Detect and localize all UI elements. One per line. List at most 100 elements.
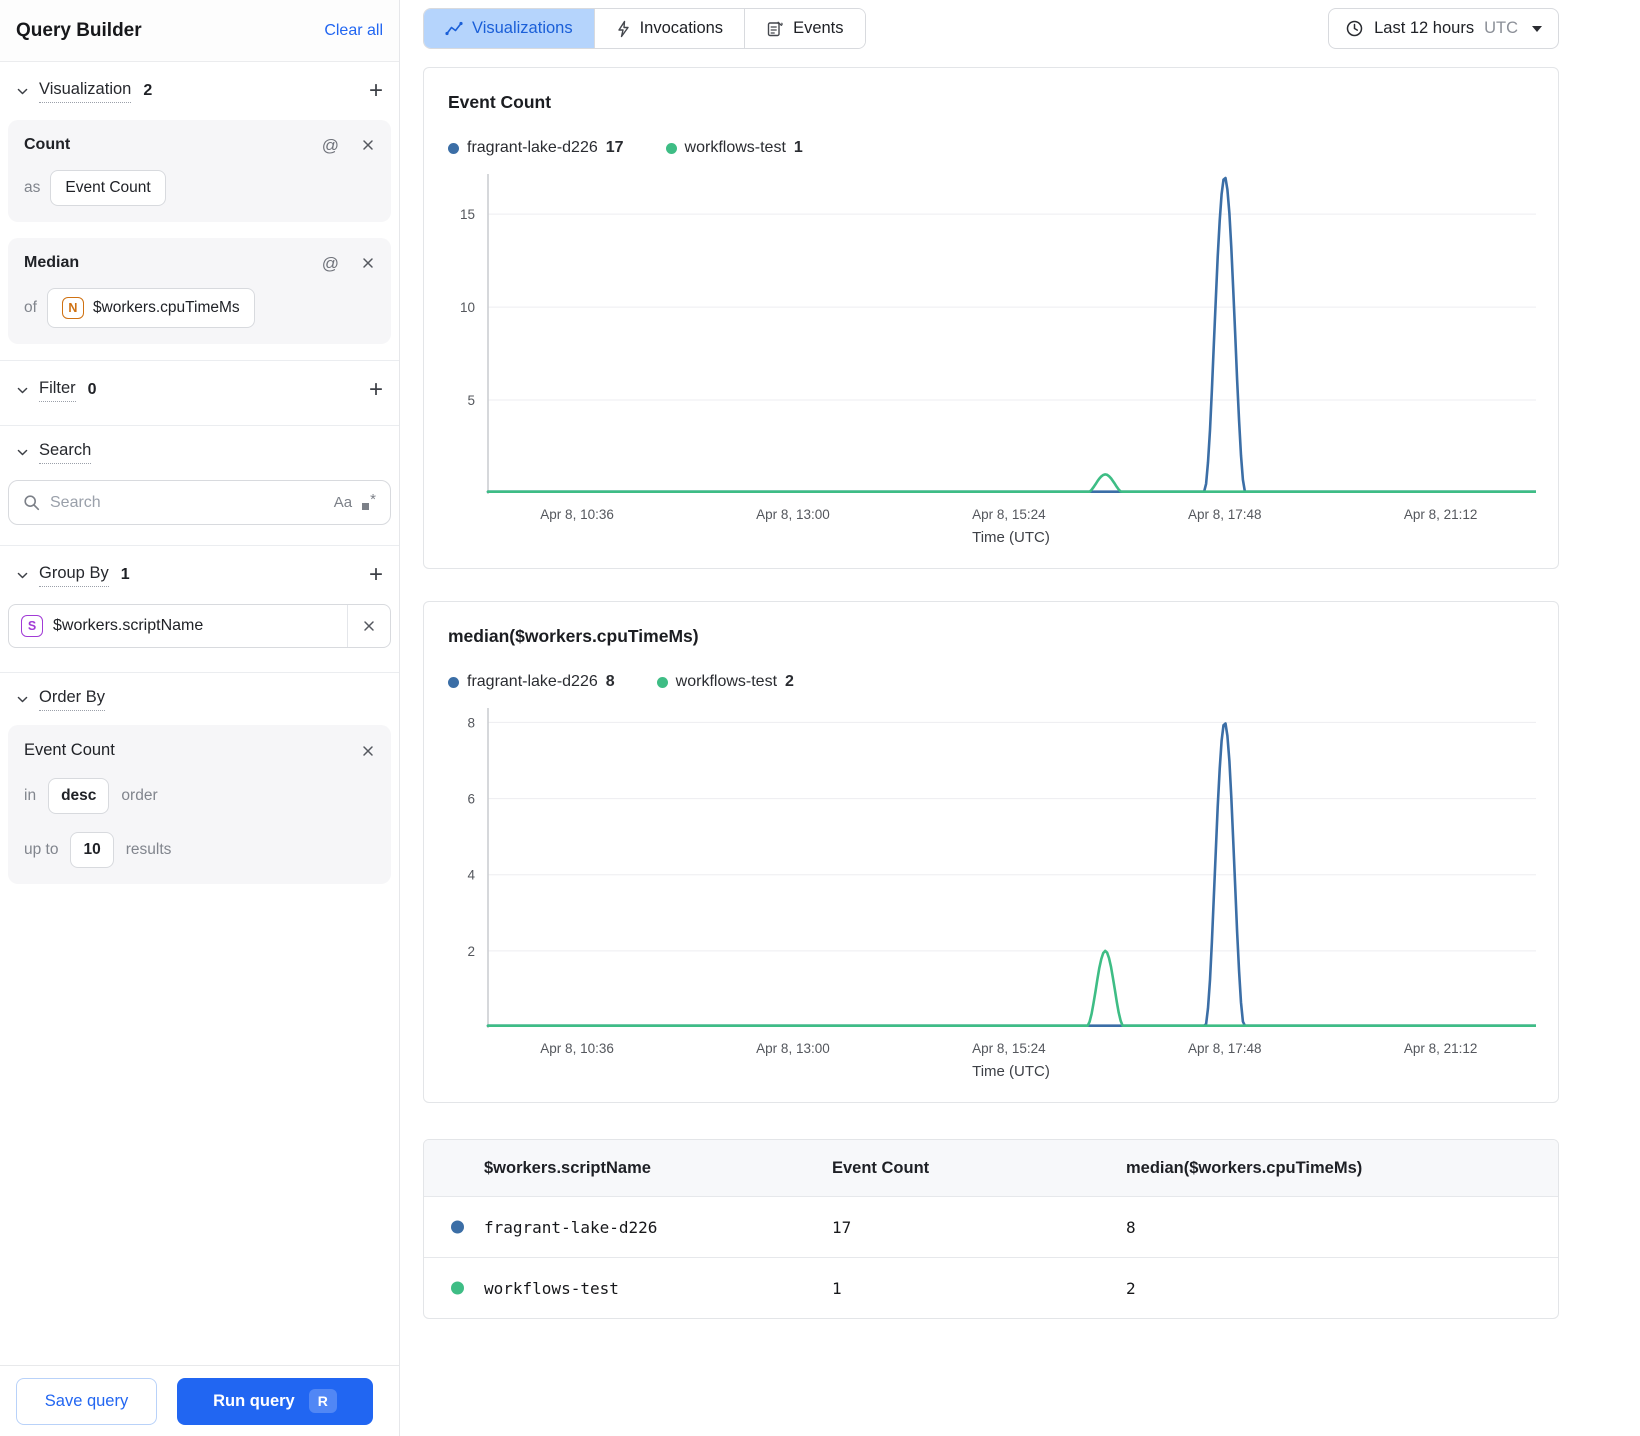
close-icon[interactable] <box>361 138 375 152</box>
result-limit-input[interactable]: 10 <box>70 832 114 868</box>
median-cputime-line-chart[interactable]: 2 4 6 8 Apr 8, 10:36 Apr 8, 13:00 Apr 8, 15:24… <box>448 705 1536 1059</box>
chevron-down-icon[interactable] <box>16 569 29 582</box>
svg-text:5: 5 <box>467 393 475 408</box>
case-sensitive-toggle[interactable]: Aa <box>334 494 352 511</box>
tab-invocations[interactable]: Invocations <box>593 9 745 48</box>
lightning-icon <box>616 20 631 38</box>
svg-text:Apr 8, 17:48: Apr 8, 17:48 <box>1188 507 1262 522</box>
filter-section-label: Filter <box>39 379 76 402</box>
close-icon[interactable] <box>361 744 375 758</box>
series-color-dot <box>448 142 459 154</box>
svg-text:Apr 8, 15:24: Apr 8, 15:24 <box>972 507 1046 522</box>
time-range-value: Last 12 hours <box>1374 19 1475 37</box>
svg-text:Apr 8, 15:24: Apr 8, 15:24 <box>972 1041 1046 1056</box>
main-content: Visualizations Invocations Events Last 1… <box>401 0 1640 1436</box>
group-by-item[interactable]: S $workers.scriptName <box>8 604 391 648</box>
table-row[interactable]: workflows-test 1 2 <box>424 1257 1558 1318</box>
string-field-type-icon: S <box>21 615 43 637</box>
clock-icon <box>1345 19 1364 38</box>
mention-icon[interactable]: @ <box>322 137 339 154</box>
order-by-card: Event Count in desc order up to 10 resul… <box>8 725 391 884</box>
tab-visualizations[interactable]: Visualizations <box>424 9 594 48</box>
order-by-field: Event Count <box>24 741 115 759</box>
caret-down-icon <box>1532 25 1542 32</box>
visualization-section-header: Visualization 2 + <box>0 62 399 120</box>
as-label: as <box>24 179 41 196</box>
median-field-selector[interactable]: N $workers.cpuTimeMs <box>46 288 255 328</box>
svg-text:6: 6 <box>467 792 475 807</box>
up-to-label: up to <box>24 841 59 858</box>
x-axis-label: Time (UTC) <box>972 529 1050 546</box>
number-field-type-icon: N <box>61 297 84 319</box>
x-axis-label: Time (UTC) <box>972 1063 1050 1080</box>
svg-text:4: 4 <box>467 868 475 883</box>
filter-count: 0 <box>87 381 97 398</box>
group-by-section-label: Group By <box>39 564 109 587</box>
clear-all-button[interactable]: Clear all <box>324 22 383 40</box>
svg-text:10: 10 <box>460 300 475 315</box>
tab-events[interactable]: Events <box>744 9 865 48</box>
save-query-button[interactable]: Save query <box>16 1377 157 1425</box>
legend-item[interactable]: fragrant-lake-d226 17 <box>448 139 624 157</box>
series-color-dot <box>448 676 459 688</box>
toolbar: Visualizations Invocations Events Last 1… <box>423 8 1559 49</box>
order-by-section-header: Order By <box>0 673 399 725</box>
in-label: in <box>24 787 37 804</box>
search-section-label: Search <box>39 441 92 464</box>
table-header-row: $workers.scriptName Event Count median($… <box>424 1140 1558 1196</box>
sidebar-footer: Save query Run query R <box>0 1365 399 1436</box>
series-color-dot <box>665 142 677 154</box>
time-range-dropdown[interactable]: Last 12 hours UTC <box>1328 8 1559 49</box>
chart-legend: fragrant-lake-d226 8 workflows-test 2 <box>448 673 1534 691</box>
chart-title: median($workers.cpuTimeMs) <box>448 626 699 646</box>
chevron-down-icon[interactable] <box>16 446 29 459</box>
svg-text:Apr 8, 10:36: Apr 8, 10:36 <box>540 1041 614 1056</box>
add-visualization-button[interactable]: + <box>369 79 383 103</box>
table-row[interactable]: fragrant-lake-d226 17 8 <box>424 1196 1558 1257</box>
search-input[interactable] <box>50 493 324 512</box>
column-header-median: median($workers.cpuTimeMs) <box>1126 1158 1363 1177</box>
svg-text:Apr 8, 21:12: Apr 8, 21:12 <box>1404 1041 1478 1056</box>
svg-text:15: 15 <box>460 207 475 222</box>
search-section-header: Search <box>0 426 399 478</box>
legend-item[interactable]: fragrant-lake-d226 8 <box>448 673 615 691</box>
search-box: Aa * <box>8 480 391 525</box>
svg-text:Apr 8, 21:12: Apr 8, 21:12 <box>1404 507 1478 522</box>
chevron-down-icon[interactable] <box>16 85 29 98</box>
regex-toggle-icon[interactable]: * <box>362 491 376 514</box>
sort-direction-selector[interactable]: desc <box>48 778 110 814</box>
series-color-dot <box>656 676 668 688</box>
of-label: of <box>24 299 37 316</box>
chevron-down-icon[interactable] <box>16 384 29 397</box>
event-log-icon <box>766 20 784 38</box>
legend-item[interactable]: workflows-test 2 <box>656 673 794 691</box>
series-color-dot <box>451 1281 464 1295</box>
count-card-title: Count <box>24 136 71 153</box>
search-icon <box>23 494 40 511</box>
legend-item[interactable]: workflows-test 1 <box>665 139 803 157</box>
mention-icon[interactable]: @ <box>322 255 339 272</box>
results-label: results <box>125 841 172 858</box>
count-visualization-card: Count @ as Event Count <box>8 120 391 222</box>
visualization-count: 2 <box>143 82 153 99</box>
add-filter-button[interactable]: + <box>369 378 383 402</box>
median-cputime-chart-card: median($workers.cpuTimeMs) fragrant-lake… <box>423 601 1559 1103</box>
remove-group-by-button[interactable] <box>347 605 390 647</box>
visualization-section-label: Visualization <box>39 80 132 103</box>
group-by-section-header: Group By 1 + <box>0 546 399 604</box>
filter-section-header: Filter 0 + <box>0 361 399 419</box>
count-alias-field[interactable]: Event Count <box>50 170 166 206</box>
sidebar-header: Query Builder Clear all <box>0 0 399 62</box>
svg-text:Apr 8, 17:48: Apr 8, 17:48 <box>1188 1041 1262 1056</box>
column-header-event-count: Event Count <box>832 1158 930 1177</box>
add-group-by-button[interactable]: + <box>369 563 383 587</box>
svg-text:Apr 8, 13:00: Apr 8, 13:00 <box>756 1041 830 1056</box>
view-tabs: Visualizations Invocations Events <box>423 8 866 49</box>
event-count-line-chart[interactable]: 5 10 15 Apr 8, 10:36 Apr 8, 13:00 Apr 8, 15:2… <box>448 171 1536 525</box>
chart-title: Event Count <box>448 92 552 112</box>
close-icon[interactable] <box>361 256 375 270</box>
chevron-down-icon[interactable] <box>16 693 29 706</box>
column-header-script-name: $workers.scriptName <box>484 1158 651 1177</box>
event-count-chart-card: Event Count fragrant-lake-d226 17 workfl… <box>423 67 1559 569</box>
run-query-button[interactable]: Run query R <box>177 1377 373 1425</box>
